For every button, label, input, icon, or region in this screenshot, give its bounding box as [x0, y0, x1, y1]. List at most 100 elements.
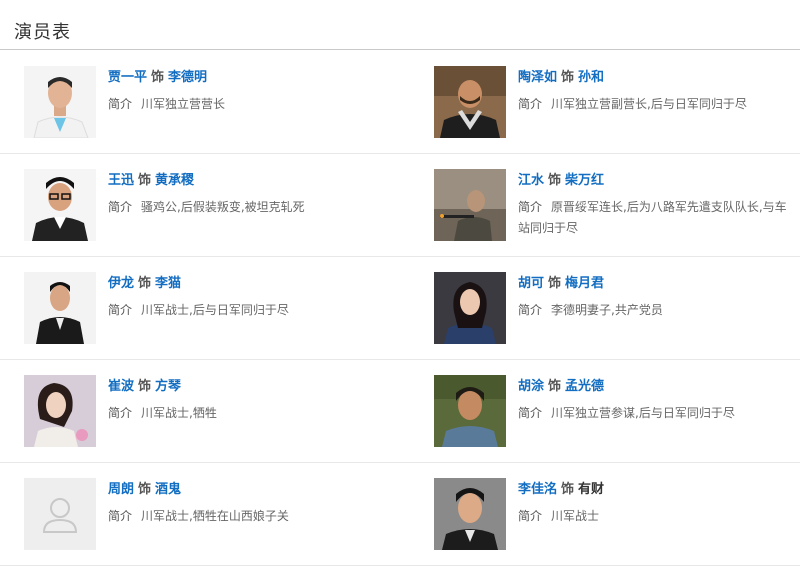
intro-label: 简介 [108, 200, 133, 214]
cast-header: 演员表 [0, 0, 800, 50]
actor-name-link[interactable]: 胡可 [518, 276, 544, 291]
cast-info: 贾一平饰李德明 简介 川军独立营营长 [108, 69, 402, 115]
as-label: 饰 [548, 276, 562, 291]
as-label: 饰 [138, 276, 152, 291]
cast-card: 贾一平饰李德明 简介 川军独立营营长 [0, 51, 410, 153]
role-name: 有财 [578, 482, 605, 497]
cast-list: 贾一平饰李德明 简介 川军独立营营长 陶泽如饰 孙和 简介 川军独立营副营长,后… [0, 51, 800, 566]
cast-info: 周朗饰酒鬼 简介 川军战士,牺牲在山西娘子关 [108, 481, 402, 527]
portrait-woman-flowers-image [24, 375, 96, 447]
actor-photo[interactable] [24, 169, 96, 241]
actor-name-link[interactable]: 贾一平 [108, 70, 147, 85]
actor-name-link[interactable]: 伊龙 [108, 276, 134, 291]
intro-label: 简介 [518, 97, 543, 111]
intro: 简介 川军独立营副营长,后与日军同归于尽 [518, 94, 792, 115]
intro: 简介 川军战士,牺牲在山西娘子关 [108, 506, 402, 527]
cast-info: 胡可饰梅月君 简介 李德明妻子,共产党员 [518, 275, 792, 321]
name-line: 胡涂饰孟光德 [518, 378, 792, 396]
intro: 简介 川军战士,后与日军同归于尽 [108, 300, 402, 321]
name-line: 李佳洺饰有财 [518, 481, 792, 499]
intro-label: 简介 [108, 509, 133, 523]
intro-text: 李德明妻子,共产党员 [551, 303, 663, 317]
cast-card: 陶泽如饰孙和 简介 川军独立营副营长,后与日军同归于尽 [410, 51, 800, 153]
as-label: 饰 [561, 70, 575, 85]
portrait-glasses-image [24, 169, 96, 241]
portrait-man-green-image [434, 375, 506, 447]
intro-text: 川军战士 [551, 509, 600, 523]
intro-text: 骚鸡公,后假装叛变,被坦克轧死 [141, 200, 305, 214]
cast-row: 周朗饰酒鬼 简介 川军战士,牺牲在山西娘子关 李佳洺饰有财 简介 川军战士 [0, 463, 800, 566]
portrait-woman-blue-image [434, 272, 506, 344]
actor-photo[interactable] [434, 169, 506, 241]
portrait-rifle-image [434, 169, 506, 241]
as-label: 饰 [548, 173, 562, 188]
as-label: 饰 [561, 482, 575, 497]
cast-card: 胡可饰梅月君 简介 李德明妻子,共产党员 [410, 257, 800, 359]
actor-photo[interactable] [24, 478, 96, 550]
intro-label: 简介 [518, 509, 543, 523]
role-name-link[interactable]: 柴万红 [565, 173, 604, 188]
actor-photo[interactable] [434, 66, 506, 138]
actor-name-link[interactable]: 江水 [518, 173, 544, 188]
role-name-link[interactable]: 李猫 [155, 276, 181, 291]
actor-photo[interactable] [24, 375, 96, 447]
actor-photo[interactable] [434, 272, 506, 344]
cast-info: 崔波饰方琴 简介 川军战士,牺牲 [108, 378, 402, 424]
intro-label: 简介 [108, 97, 133, 111]
name-line: 伊龙饰李猫 [108, 275, 402, 293]
avatar-placeholder-icon [24, 478, 96, 550]
name-line: 江水饰柴万红 [518, 172, 792, 190]
intro: 简介 川军独立营参谋,后与日军同归于尽 [518, 403, 792, 424]
role-name-link[interactable]: 李德明 [168, 70, 207, 85]
cast-info: 李佳洺饰有财 简介 川军战士 [518, 481, 792, 527]
page-title: 演员表 [14, 22, 71, 43]
name-line: 王迅饰黄承稷 [108, 172, 402, 190]
portrait-white-suit-image [24, 66, 96, 138]
role-name-link[interactable]: 方琴 [155, 379, 181, 394]
name-line: 崔波饰方琴 [108, 378, 402, 396]
role-name-link[interactable]: 孟光德 [565, 379, 604, 394]
cast-info: 胡涂饰孟光德 简介 川军独立营参谋,后与日军同归于尽 [518, 378, 792, 424]
intro-text: 川军独立营参谋,后与日军同归于尽 [551, 406, 735, 420]
actor-name-link[interactable]: 胡涂 [518, 379, 544, 394]
cast-info: 伊龙饰李猫 简介 川军战士,后与日军同归于尽 [108, 275, 402, 321]
intro: 简介 川军独立营营长 [108, 94, 402, 115]
role-name-link[interactable]: 酒鬼 [155, 482, 181, 497]
actor-name-link[interactable]: 李佳洺 [518, 482, 557, 497]
cast-row: 崔波饰方琴 简介 川军战士,牺牲 胡涂饰孟光德 简介 川军独立营参谋,后与日军同… [0, 360, 800, 463]
intro: 简介 原晋绥军连长,后为八路军先遣支队队长,与车站同归于尽 [518, 197, 792, 239]
intro-label: 简介 [108, 303, 133, 317]
actor-photo[interactable] [24, 272, 96, 344]
role-name-link[interactable]: 黄承稷 [155, 173, 194, 188]
actor-name-link[interactable]: 王迅 [108, 173, 134, 188]
cast-card: 江水饰柴万红 简介 原晋绥军连长,后为八路军先遣支队队长,与车站同归于尽 [410, 154, 800, 256]
actor-photo[interactable] [434, 375, 506, 447]
name-line: 周朗饰酒鬼 [108, 481, 402, 499]
intro-text: 川军战士,牺牲在山西娘子关 [141, 509, 289, 523]
cast-card: 王迅饰黄承稷 简介 骚鸡公,后假装叛变,被坦克轧死 [0, 154, 410, 256]
cast-card: 崔波饰方琴 简介 川军战士,牺牲 [0, 360, 410, 462]
intro: 简介 骚鸡公,后假装叛变,被坦克轧死 [108, 197, 402, 218]
intro: 简介 川军战士 [518, 506, 792, 527]
name-line: 贾一平饰李德明 [108, 69, 402, 87]
portrait-black-suit-image [24, 272, 96, 344]
role-name-link[interactable]: 梅月君 [565, 276, 604, 291]
actor-name-link[interactable]: 陶泽如 [518, 70, 557, 85]
intro-label: 简介 [518, 200, 543, 214]
actor-photo[interactable] [24, 66, 96, 138]
intro-label: 简介 [518, 303, 543, 317]
intro-text: 川军独立营营长 [141, 97, 226, 111]
cast-info: 陶泽如饰孙和 简介 川军独立营副营长,后与日军同归于尽 [518, 69, 792, 115]
cast-info: 江水饰柴万红 简介 原晋绥军连长,后为八路军先遣支队队长,与车站同归于尽 [518, 172, 792, 239]
intro: 简介 川军战士,牺牲 [108, 403, 402, 424]
cast-info: 王迅饰黄承稷 简介 骚鸡公,后假装叛变,被坦克轧死 [108, 172, 402, 218]
role-name-link[interactable]: 孙和 [578, 70, 604, 85]
actor-name-link[interactable]: 周朗 [108, 482, 134, 497]
cast-card: 伊龙饰李猫 简介 川军战士,后与日军同归于尽 [0, 257, 410, 359]
actor-photo[interactable] [434, 478, 506, 550]
actor-name-link[interactable]: 崔波 [108, 379, 134, 394]
intro-label: 简介 [108, 406, 133, 420]
as-label: 饰 [151, 70, 165, 85]
cast-card: 胡涂饰孟光德 简介 川军独立营参谋,后与日军同归于尽 [410, 360, 800, 462]
as-label: 饰 [138, 482, 152, 497]
